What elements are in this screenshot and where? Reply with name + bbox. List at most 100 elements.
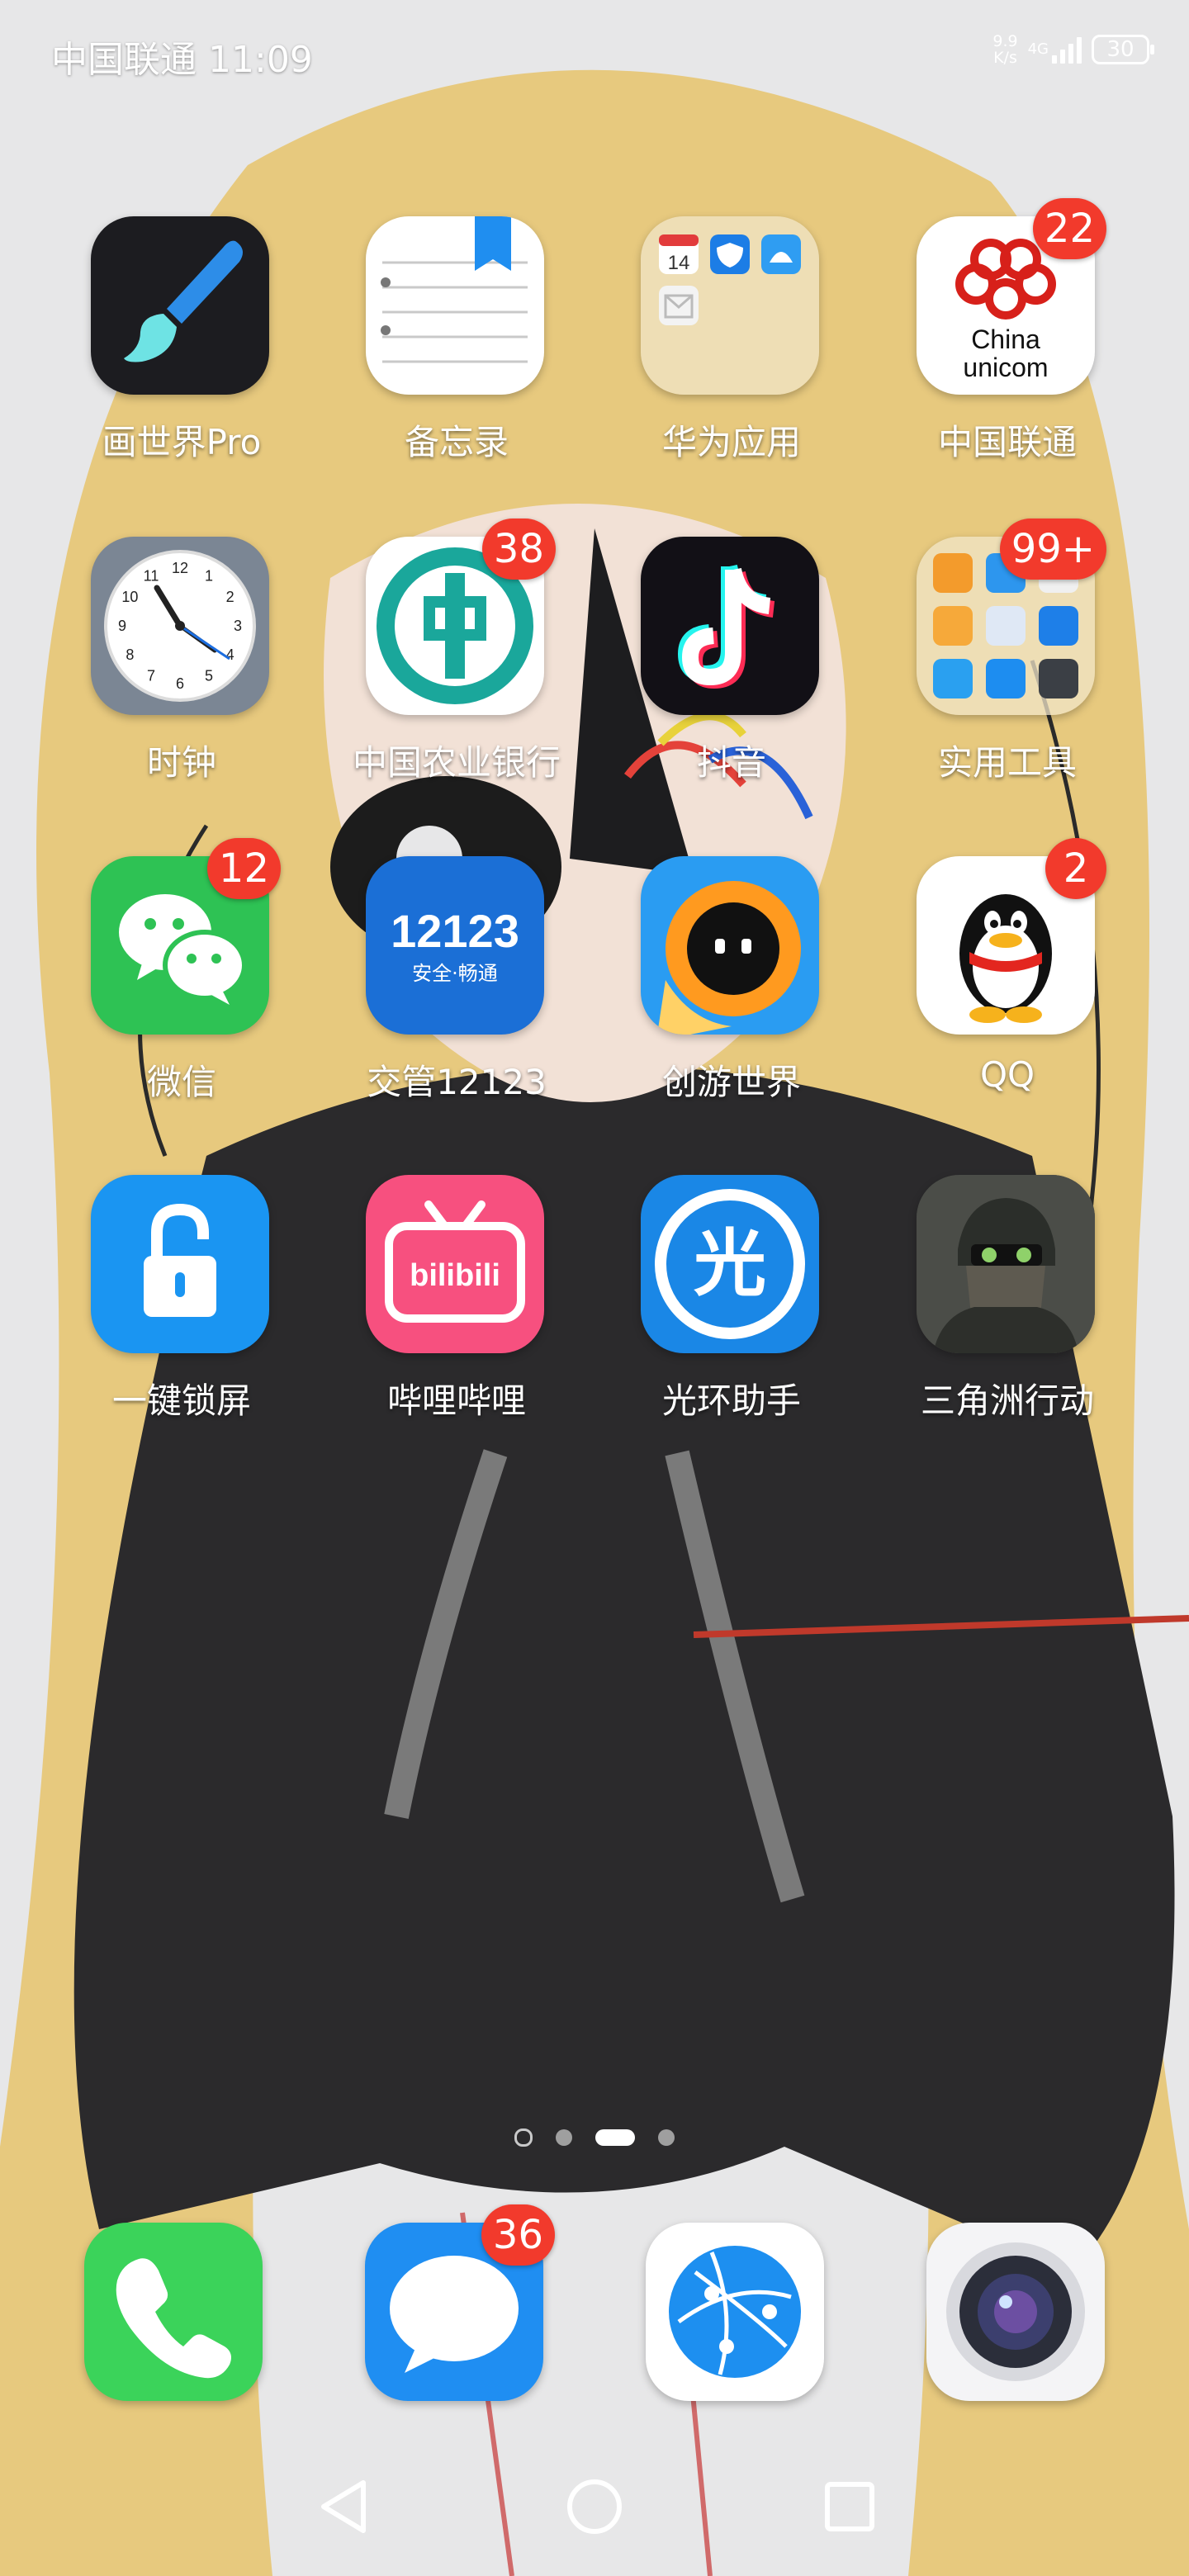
- battery-level: 30: [1106, 37, 1135, 62]
- status-bar: 中国联通 11:09 9.9 K/s 4G 30: [0, 0, 1189, 99]
- clock-number: 5: [205, 668, 213, 684]
- app-label: 抖音: [696, 742, 766, 783]
- app-delta-force[interactable]: 三角洲行动: [883, 1175, 1131, 1447]
- clock-number: 3: [234, 618, 242, 634]
- app-label: 三角洲行动: [920, 1380, 1094, 1421]
- recents-button[interactable]: [825, 2482, 874, 2531]
- app-notes[interactable]: 备忘录: [333, 216, 580, 489]
- app-clock[interactable]: 12 1 2 3 4 5 6 7 8 9 10 11 时钟: [58, 537, 306, 809]
- notification-badge: 12: [206, 838, 281, 899]
- notification-badge: 99+: [999, 519, 1106, 580]
- clock-number: 6: [176, 675, 184, 692]
- tiktok-icon: [641, 537, 819, 715]
- app-label: 交管12123: [367, 1062, 547, 1102]
- notification-badge: 38: [481, 519, 556, 580]
- dock-phone[interactable]: [51, 2223, 299, 2421]
- app-one-key-lock[interactable]: 一键锁屏: [58, 1175, 306, 1447]
- page-indicator[interactable]: [0, 2129, 1189, 2147]
- app-label: 微信: [146, 1062, 216, 1102]
- calendar-day: 14: [668, 252, 690, 274]
- paint-brush-icon: [91, 216, 269, 395]
- app-qq[interactable]: 2 QQ: [883, 838, 1131, 1129]
- navigation-bar: [321, 2479, 874, 2534]
- bilibili-icon: bilibili: [366, 1175, 544, 1353]
- app-label: 一键锁屏: [111, 1380, 251, 1421]
- unicom-line1: China: [971, 324, 1040, 354]
- folder-huawei-apps[interactable]: 14 华为应用: [608, 216, 855, 489]
- traffic-12123-icon: 12123 安全·畅通: [366, 856, 544, 1035]
- folder-utilities[interactable]: 99+ 实用工具: [883, 519, 1131, 809]
- search-page-dot[interactable]: [514, 2129, 533, 2147]
- clock-number: 10: [121, 589, 138, 605]
- network-type: 4G: [1027, 40, 1049, 58]
- clock-number: 2: [226, 589, 234, 605]
- unicom-line2: unicom: [963, 353, 1048, 382]
- cell-signal: 4G: [1028, 36, 1082, 64]
- icon-text: 光: [694, 1221, 766, 1306]
- folder-icon: 14: [641, 216, 819, 395]
- signal-bars-icon: [1052, 36, 1082, 64]
- app-bilibili[interactable]: bilibili 哔哩哔哩: [333, 1175, 580, 1447]
- app-label: QQ: [979, 1054, 1035, 1095]
- app-label: 中国农业银行: [352, 742, 561, 783]
- notification-badge: 36: [481, 2204, 555, 2266]
- home-button[interactable]: [567, 2479, 622, 2534]
- clock-number: 8: [126, 646, 134, 663]
- halo-assistant-icon: 光: [641, 1175, 819, 1353]
- app-label: 实用工具: [937, 742, 1077, 783]
- phone-icon: [84, 2223, 263, 2401]
- app-wechat[interactable]: 12 微信: [58, 838, 306, 1129]
- clock-number: 9: [118, 618, 126, 634]
- browser-icon: [646, 2223, 824, 2401]
- soldier-icon: [917, 1175, 1095, 1353]
- clock-number: 1: [205, 567, 213, 584]
- app-label: 华为应用: [661, 422, 801, 462]
- icon-text: 12123: [391, 905, 519, 957]
- page-dot-active[interactable]: [595, 2129, 635, 2146]
- dock-messages[interactable]: 36: [332, 2204, 580, 2421]
- app-label: 画世界Pro: [102, 422, 262, 462]
- page-dot[interactable]: [658, 2129, 675, 2146]
- app-abc-bank[interactable]: 38 中国农业银行: [333, 519, 580, 809]
- clock-icon: 12 1 2 3 4 5 6 7 8 9 10 11: [91, 537, 269, 715]
- battery-icon: 30: [1092, 35, 1154, 64]
- app-label: 时钟: [146, 742, 216, 783]
- dock-camera[interactable]: [893, 2223, 1141, 2421]
- icon-text: bilibili: [410, 1258, 500, 1293]
- clock-number: 7: [147, 668, 155, 684]
- app-douyin[interactable]: 抖音: [608, 537, 855, 809]
- unlock-icon: [91, 1175, 269, 1353]
- network-speed-value: 9.9: [992, 32, 1018, 50]
- clock-number: 11: [144, 567, 159, 584]
- game-world-icon: [641, 856, 819, 1035]
- notification-badge: 22: [1032, 198, 1106, 259]
- app-label: 中国联通: [937, 422, 1077, 462]
- back-triangle-icon: [321, 2480, 366, 2533]
- page-dot[interactable]: [556, 2129, 572, 2146]
- app-label: 光环助手: [661, 1380, 801, 1421]
- notification-badge: 2: [1045, 838, 1106, 899]
- recents-square-icon: [825, 2482, 874, 2531]
- icon-subtext: 安全·畅通: [412, 962, 498, 985]
- app-huashijie-pro[interactable]: 画世界Pro: [58, 216, 306, 489]
- clock-number: 4: [226, 646, 234, 663]
- network-speed-unit: K/s: [993, 49, 1017, 67]
- camera-icon: [926, 2223, 1105, 2401]
- dock-browser[interactable]: [613, 2223, 860, 2421]
- notepad-icon: [366, 216, 544, 395]
- back-button[interactable]: [321, 2480, 366, 2533]
- status-right: 9.9 K/s 4G 30: [992, 33, 1154, 66]
- app-label: 哔哩哔哩: [386, 1380, 526, 1421]
- network-speed: 9.9 K/s: [992, 33, 1017, 66]
- home-circle-icon: [567, 2479, 622, 2534]
- app-label: 创游世界: [661, 1062, 801, 1102]
- app-game-world[interactable]: 创游世界: [608, 856, 855, 1129]
- app-halo-assistant[interactable]: 光 光环助手: [608, 1175, 855, 1447]
- clock-number: 12: [172, 560, 188, 576]
- app-traffic-12123[interactable]: 12123 安全·畅通 交管12123: [333, 856, 580, 1129]
- carrier-name: 中国联通: [51, 39, 197, 81]
- status-left: 中国联通 11:09: [51, 30, 313, 83]
- app-label: 备忘录: [404, 422, 509, 462]
- status-time: 11:09: [208, 39, 313, 81]
- app-china-unicom[interactable]: China unicom 22 中国联通: [883, 198, 1131, 489]
